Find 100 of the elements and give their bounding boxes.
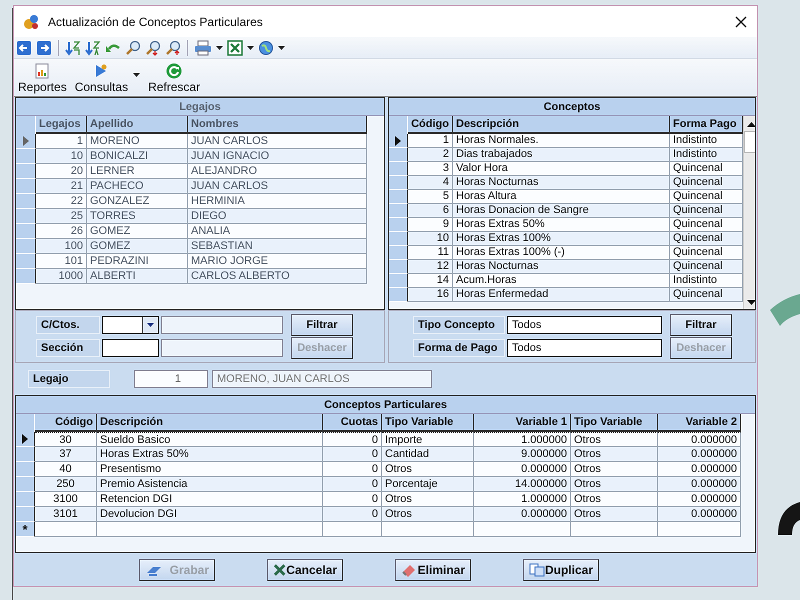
table-cell: Quincenal xyxy=(670,162,743,176)
row-header[interactable] xyxy=(389,232,408,246)
table-cell: Otros xyxy=(571,447,658,462)
row-header[interactable] xyxy=(389,246,408,260)
table-cell[interactable] xyxy=(571,522,658,537)
forward-icon[interactable] xyxy=(36,40,52,56)
column-header[interactable]: Descripción xyxy=(97,414,323,432)
queries-button[interactable]: Consultas xyxy=(72,62,142,94)
input-field[interactable]: Todos xyxy=(507,316,662,334)
row-header[interactable] xyxy=(16,477,35,492)
row-header[interactable] xyxy=(389,162,408,176)
caret-icon[interactable] xyxy=(278,46,285,50)
table-cell: Horas Normales. xyxy=(453,134,670,148)
column-header[interactable]: Descripción xyxy=(453,116,670,134)
table-cell: 1 xyxy=(36,134,87,149)
employee-number-field[interactable]: 1 xyxy=(134,370,208,388)
scroll-down-icon[interactable] xyxy=(746,300,755,305)
row-header[interactable] xyxy=(16,432,35,447)
search-down-icon[interactable] xyxy=(145,40,161,56)
table-cell: 100 xyxy=(36,239,87,254)
column-header[interactable]: Código xyxy=(35,414,97,432)
printer-icon[interactable] xyxy=(194,40,212,56)
input-field[interactable] xyxy=(161,339,283,357)
row-header[interactable] xyxy=(16,447,35,462)
input-field[interactable]: Todos xyxy=(507,339,662,357)
table-cell[interactable] xyxy=(382,522,474,537)
scroll-thumb[interactable] xyxy=(744,131,755,153)
field-label: C/Ctos. xyxy=(36,316,100,334)
row-header[interactable] xyxy=(389,288,408,302)
scroll-up-icon[interactable] xyxy=(746,122,755,127)
table-cell: Presentismo xyxy=(97,462,323,477)
search-icon[interactable] xyxy=(125,40,141,56)
table-cell: 0.000000 xyxy=(658,507,741,522)
row-header[interactable] xyxy=(16,462,35,477)
row-header[interactable] xyxy=(389,134,408,148)
sort-ascending-icon[interactable] xyxy=(85,40,101,56)
close-icon[interactable] xyxy=(735,16,747,28)
globe-icon[interactable] xyxy=(258,40,274,56)
back-icon[interactable] xyxy=(16,40,32,56)
table-cell: 37 xyxy=(35,447,97,462)
column-header[interactable]: Cuotas xyxy=(323,414,382,432)
cancel-button[interactable]: Cancelar xyxy=(267,558,343,580)
table-cell: Quincenal xyxy=(670,204,743,218)
table-cell: 0 xyxy=(323,432,382,447)
table-cell: Horas Extras 100% xyxy=(453,232,670,246)
row-header[interactable] xyxy=(389,218,408,232)
row-header[interactable] xyxy=(389,148,408,162)
delete-button[interactable]: Eliminar xyxy=(395,558,471,580)
table-cell: Horas Extras 50% xyxy=(453,218,670,232)
table-cell: TORRES xyxy=(87,209,188,224)
table-cell[interactable] xyxy=(323,522,382,537)
table-cell: 0.000000 xyxy=(658,432,741,447)
column-header[interactable]: Variable 2 xyxy=(658,414,741,432)
column-header[interactable]: Tipo Variable xyxy=(571,414,658,432)
column-header[interactable]: Tipo Variable xyxy=(382,414,474,432)
row-header[interactable] xyxy=(16,492,35,507)
table-cell: HERMINIA xyxy=(188,194,367,209)
caret-icon[interactable] xyxy=(247,46,254,50)
column-header[interactable]: Forma Pago xyxy=(670,116,743,134)
table-cell: Cantidad xyxy=(382,447,474,462)
row-header[interactable] xyxy=(389,190,408,204)
scrollbar[interactable] xyxy=(743,116,755,309)
filter-button[interactable]: Filtrar xyxy=(670,314,732,336)
table-cell[interactable] xyxy=(97,522,323,537)
caret-icon[interactable] xyxy=(133,73,140,77)
table-cell: SEBASTIAN xyxy=(188,239,367,254)
table-cell: 10 xyxy=(408,232,453,246)
field-label: Forma de Pago xyxy=(413,339,505,357)
refresh-button[interactable]: Refrescar xyxy=(146,62,202,94)
duplicate-button[interactable]: Duplicar xyxy=(523,558,599,580)
row-header[interactable] xyxy=(389,176,408,190)
table-cell[interactable] xyxy=(658,522,741,537)
column-header[interactable]: Variable 1 xyxy=(474,414,571,432)
table-cell: Otros xyxy=(382,507,474,522)
table-cell[interactable] xyxy=(474,522,571,537)
refresh-icon xyxy=(166,63,182,79)
row-header[interactable] xyxy=(16,507,35,522)
table-cell: 26 xyxy=(36,224,87,239)
caret-icon[interactable] xyxy=(147,323,154,327)
table-cell: 1.000000 xyxy=(474,492,571,507)
caret-icon[interactable] xyxy=(216,46,223,50)
table-cell: Horas Extras 100% (-) xyxy=(453,246,670,260)
sort-descending-icon[interactable] xyxy=(65,40,81,56)
table-cell: Indistinto xyxy=(670,274,743,288)
reports-button[interactable]: Reportes xyxy=(16,62,69,94)
table-cell[interactable] xyxy=(35,522,97,537)
input-field[interactable] xyxy=(102,339,159,357)
combo-box[interactable] xyxy=(102,316,159,334)
row-header[interactable] xyxy=(389,204,408,218)
table-cell: Horas Altura xyxy=(453,190,670,204)
spreadsheet-icon[interactable] xyxy=(227,40,243,56)
row-header[interactable] xyxy=(389,274,408,288)
employee-name-field[interactable]: MORENO, JUAN CARLOS xyxy=(212,370,432,388)
filter-button[interactable]: Filtrar xyxy=(291,314,353,336)
column-header[interactable]: Código xyxy=(408,116,453,134)
input-field[interactable] xyxy=(161,316,283,334)
table-cell: 3101 xyxy=(35,507,97,522)
row-header[interactable] xyxy=(389,260,408,274)
search-up-icon[interactable] xyxy=(165,40,181,56)
table-cell: Porcentaje xyxy=(382,477,474,492)
